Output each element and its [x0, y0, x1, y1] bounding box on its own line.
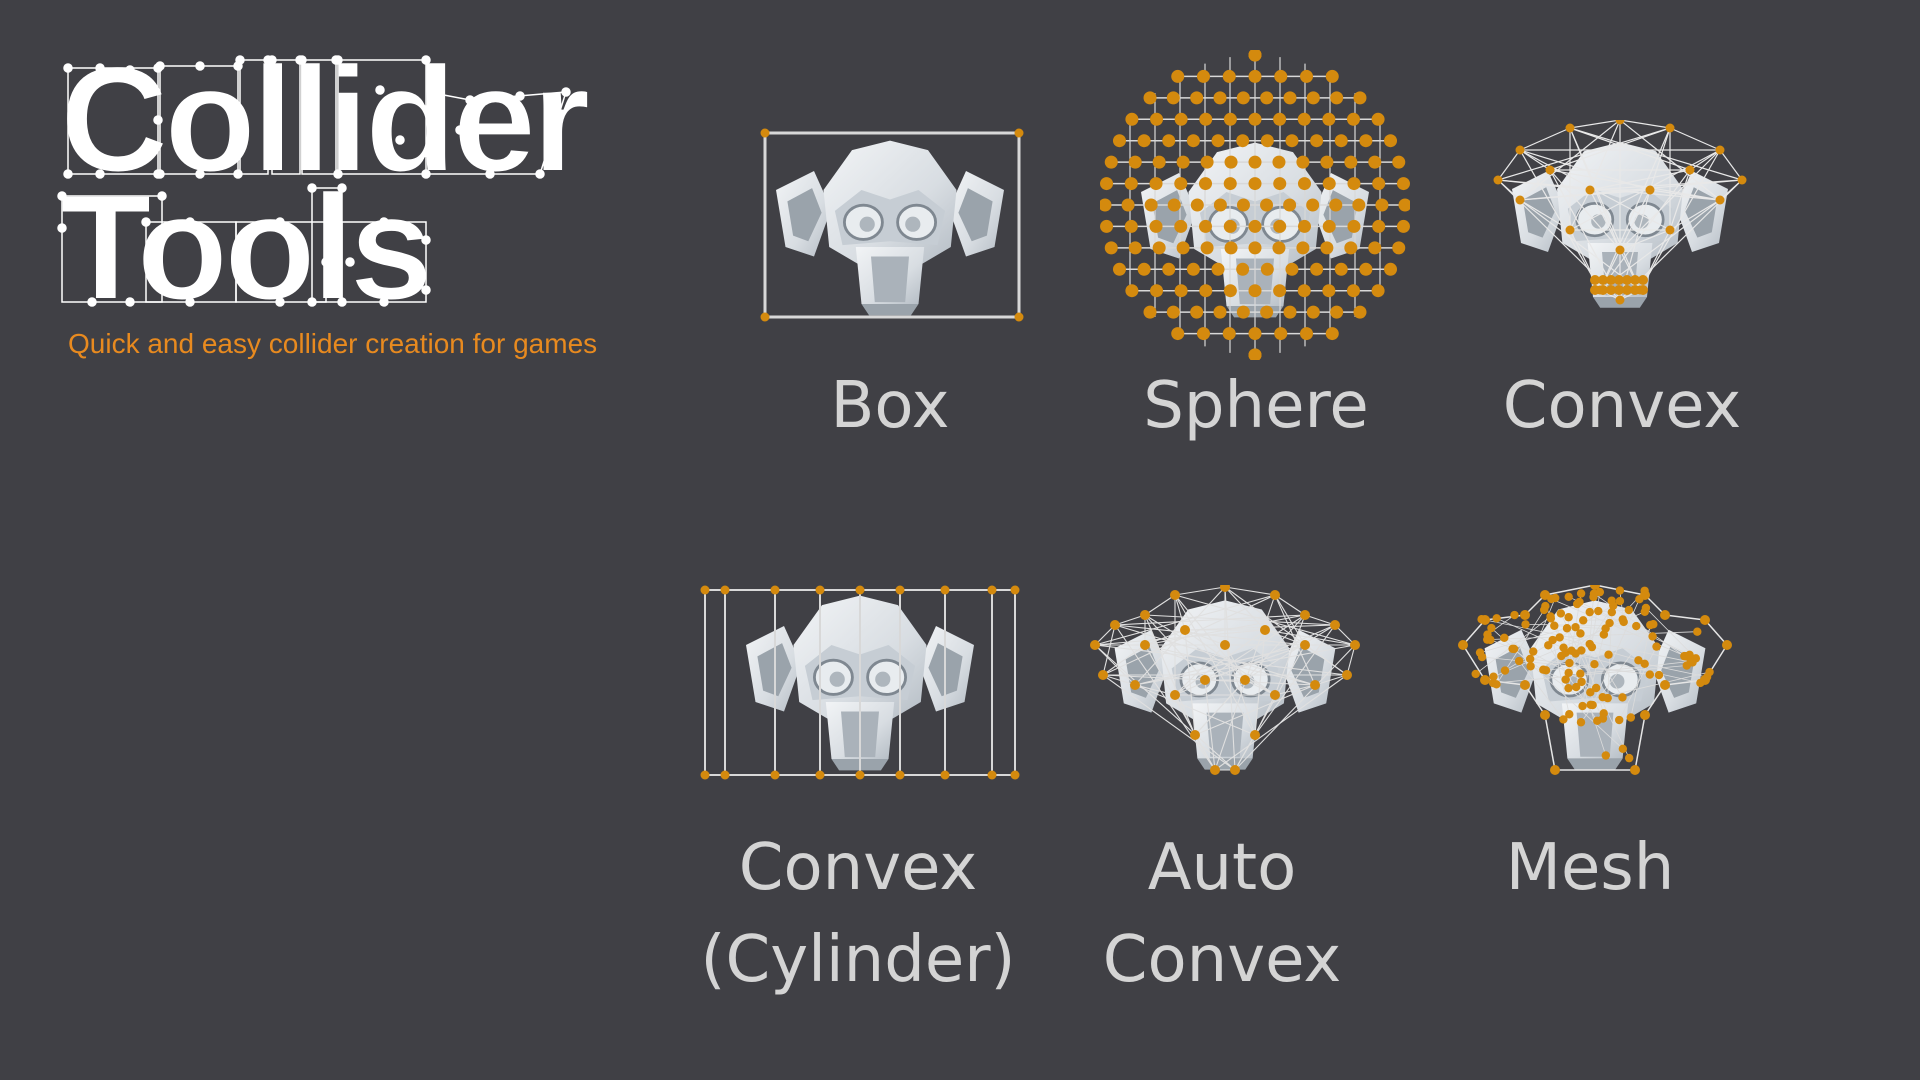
- title-line-2: Tools: [59, 163, 434, 331]
- tagline: Quick and easy collider creation for gam…: [68, 328, 598, 359]
- box-collider-icon: [760, 128, 1024, 322]
- label-mesh: Mesh: [1505, 831, 1675, 905]
- auto-convex-collider-icon: [1090, 585, 1360, 775]
- mesh-collider-icon: [1458, 585, 1732, 775]
- label-box: Box: [830, 369, 950, 443]
- cylinder-collider-icon: [700, 585, 1020, 780]
- logo-title: Collider Tools: [59, 43, 591, 331]
- sphere-collider-icon: [1100, 50, 1410, 360]
- label-convex-cylinder: Convex (Cylinder): [700, 831, 1016, 997]
- label-auto-convex: Auto Convex: [1102, 831, 1342, 997]
- label-sphere: Sphere: [1143, 369, 1369, 443]
- convex-collider-icon: [1493, 120, 1747, 310]
- label-convex: Convex: [1502, 369, 1742, 443]
